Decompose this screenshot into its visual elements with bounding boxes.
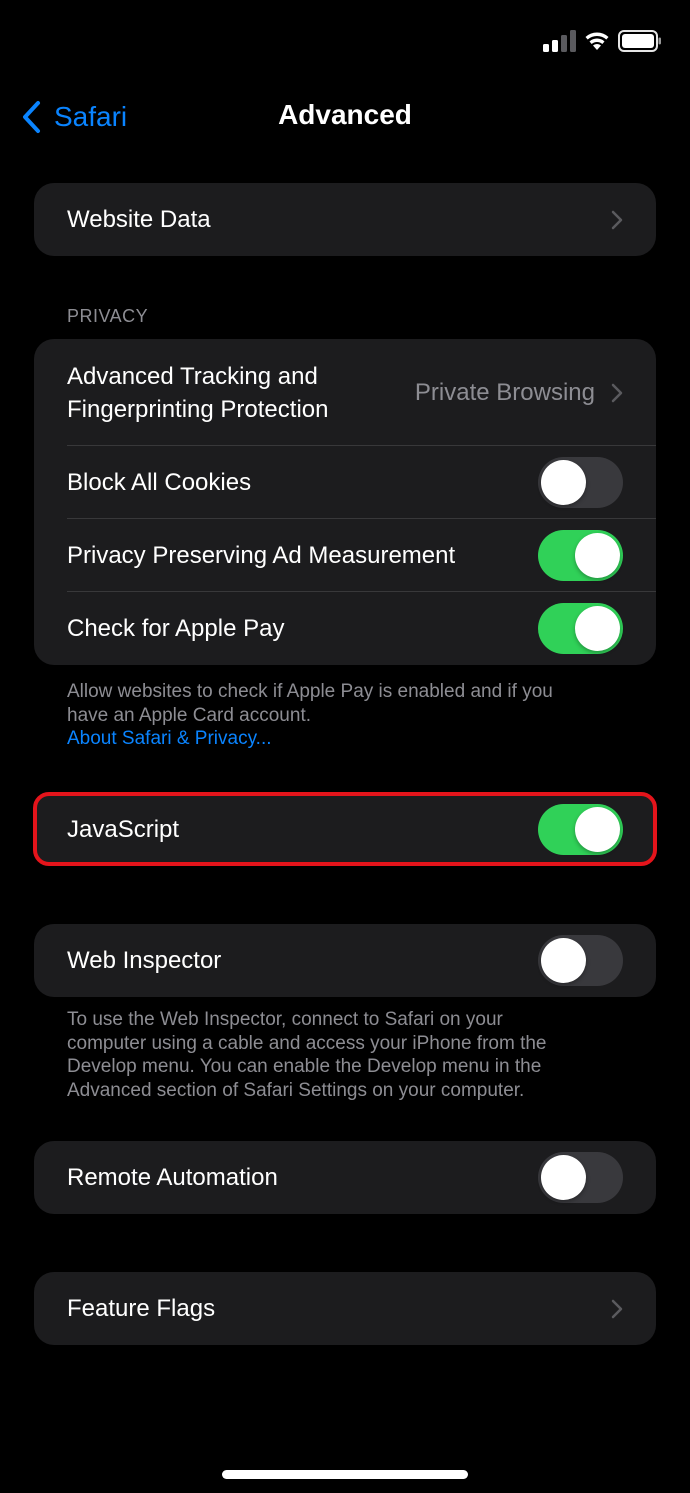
chevron-right-icon: [611, 210, 623, 229]
web-inspector-label: Web Inspector: [67, 947, 222, 974]
toggle-knob: [541, 1155, 586, 1200]
cellular-signal-icon: [543, 30, 576, 52]
tracking-protection-label-line1: Advanced Tracking and: [67, 362, 318, 390]
privacy-footer-line2: have an Apple Card account.: [67, 704, 312, 726]
tracking-protection-row[interactable]: Advanced Tracking and Fingerprinting Pro…: [34, 339, 656, 446]
remote-automation-toggle[interactable]: [538, 1152, 623, 1203]
home-indicator[interactable]: [222, 1470, 468, 1479]
battery-icon: [618, 30, 661, 52]
toggle-knob: [575, 807, 620, 852]
apple-pay-toggle[interactable]: [538, 603, 623, 654]
page-title: Advanced: [278, 99, 412, 130]
remote-automation-group: Remote Automation: [34, 1141, 656, 1214]
javascript-label: JavaScript: [67, 816, 180, 843]
web-inspector-footer-line3: Develop menu. You can enable the Develop…: [67, 1056, 542, 1077]
javascript-row: JavaScript: [34, 793, 656, 866]
feature-flags-row[interactable]: Feature Flags: [34, 1272, 656, 1345]
privacy-group: Advanced Tracking and Fingerprinting Pro…: [34, 339, 656, 665]
feature-flags-group: Feature Flags: [34, 1272, 656, 1345]
about-safari-privacy-link[interactable]: About Safari & Privacy...: [67, 727, 637, 751]
toggle-knob: [575, 533, 620, 578]
toggle-knob: [541, 938, 586, 983]
wifi-icon: [585, 32, 609, 50]
web-inspector-toggle[interactable]: [538, 935, 623, 986]
tracking-protection-label: Advanced Tracking and Fingerprinting Pro…: [67, 360, 415, 426]
apple-pay-label: Check for Apple Pay: [67, 615, 285, 642]
web-inspector-footer-line4: Advanced section of Safari Settings on y…: [67, 1079, 525, 1101]
web-inspector-row: Web Inspector: [34, 924, 656, 997]
toggle-knob: [575, 606, 620, 651]
ad-measurement-toggle[interactable]: [538, 530, 623, 581]
web-inspector-group: Web Inspector: [34, 924, 656, 997]
tracking-protection-label-line2: Fingerprinting Protection: [67, 395, 329, 423]
website-data-label: Website Data: [67, 206, 211, 233]
ad-measurement-row: Privacy Preserving Ad Measurement: [34, 519, 656, 592]
remote-automation-label: Remote Automation: [67, 1164, 278, 1191]
toggle-knob: [541, 460, 586, 505]
navigation-bar: Safari Advanced: [0, 85, 690, 149]
chevron-right-icon: [611, 383, 623, 402]
privacy-section-header: PRIVACY: [67, 306, 149, 326]
javascript-toggle[interactable]: [538, 804, 623, 855]
privacy-footer: Allow websites to check if Apple Pay is …: [67, 680, 637, 751]
website-data-row[interactable]: Website Data: [34, 183, 656, 256]
web-inspector-footer-line2: computer using a cable and access your i…: [67, 1032, 547, 1054]
javascript-group: JavaScript: [34, 793, 656, 866]
block-all-cookies-toggle[interactable]: [538, 457, 623, 508]
status-bar: [0, 0, 690, 80]
tracking-protection-value: Private Browsing: [414, 378, 595, 406]
block-all-cookies-label: Block All Cookies: [67, 469, 252, 496]
web-inspector-footer: To use the Web Inspector, connect to Saf…: [67, 1008, 637, 1102]
ad-measurement-label: Privacy Preserving Ad Measurement: [67, 542, 456, 569]
web-inspector-footer-line1: To use the Web Inspector, connect to Saf…: [67, 1009, 503, 1030]
website-data-group: Website Data: [34, 183, 656, 256]
feature-flags-label: Feature Flags: [67, 1295, 216, 1322]
privacy-footer-line1: Allow websites to check if Apple Pay is …: [67, 681, 553, 702]
remote-automation-row: Remote Automation: [34, 1141, 656, 1214]
chevron-right-icon: [611, 1299, 623, 1318]
apple-pay-row: Check for Apple Pay: [34, 592, 656, 665]
block-all-cookies-row: Block All Cookies: [34, 446, 656, 519]
